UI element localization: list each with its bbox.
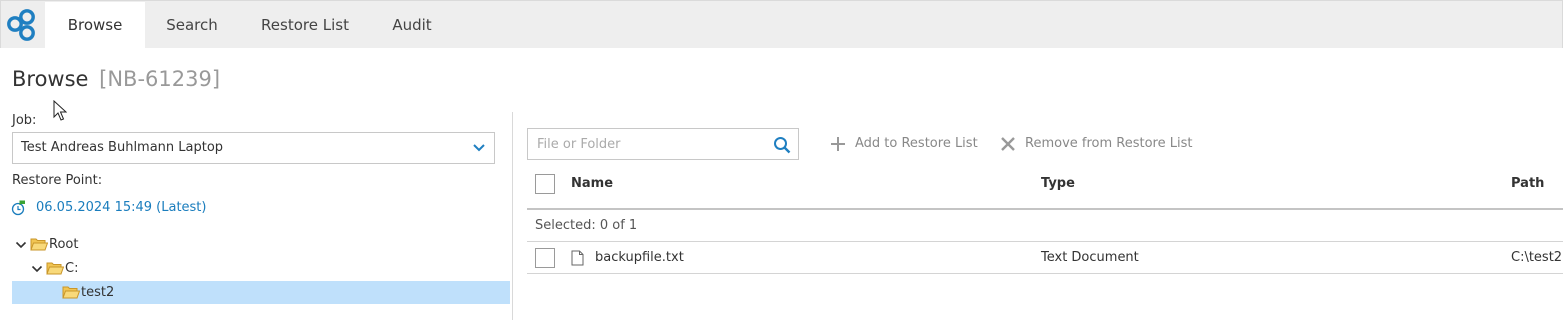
header-divider xyxy=(527,208,1563,210)
chevron-down-icon[interactable] xyxy=(15,239,27,251)
tree-item-label: test2 xyxy=(81,285,115,300)
app-window: Browse Search Restore List Audit Browse … xyxy=(0,0,1563,320)
tab-search[interactable]: Search xyxy=(157,2,227,49)
restore-point-label: Restore Point: xyxy=(12,173,103,188)
row-divider xyxy=(527,241,1563,242)
tab-browse[interactable]: Browse xyxy=(45,2,145,49)
search-input[interactable] xyxy=(528,129,764,159)
job-select-value: Test Andreas Buhlmann Laptop xyxy=(21,140,224,155)
plus-icon xyxy=(831,137,845,151)
folder-open-icon xyxy=(62,286,80,299)
job-id-label: [NB-61239] xyxy=(99,67,221,91)
tab-audit[interactable]: Audit xyxy=(383,2,441,49)
chevron-down-icon xyxy=(473,144,485,152)
row-divider xyxy=(527,273,1563,274)
restore-point-link[interactable]: 06.05.2024 15:49 (Latest) xyxy=(36,200,206,215)
row-path: C:\test2 xyxy=(1511,250,1563,265)
tab-restore-list[interactable]: Restore List xyxy=(254,2,356,49)
folder-open-icon xyxy=(30,238,48,251)
folder-open-icon xyxy=(46,262,64,275)
page-title: Browse [NB-61239] xyxy=(12,67,220,91)
tree-item-label: Root xyxy=(49,237,79,252)
tree-item-label: C: xyxy=(65,261,79,276)
mouse-cursor-icon xyxy=(53,100,67,121)
file-icon xyxy=(571,250,584,266)
column-header-type[interactable]: Type xyxy=(1041,176,1075,191)
app-logo-icon xyxy=(7,9,35,41)
add-to-restore-list-button[interactable]: Add to Restore List xyxy=(830,134,980,154)
tree-item-c-drive[interactable]: C: xyxy=(12,257,510,280)
remove-from-restore-list-label: Remove from Restore List xyxy=(1025,136,1193,151)
restore-point-icon xyxy=(11,200,25,216)
top-nav-bar: Browse Search Restore List Audit xyxy=(0,0,1563,49)
selected-count: Selected: 0 of 1 xyxy=(535,218,638,233)
select-all-checkbox[interactable] xyxy=(535,174,555,194)
tree-item-root[interactable]: Root xyxy=(12,233,510,256)
page-title-text: Browse xyxy=(12,67,89,91)
row-type: Text Document xyxy=(1041,250,1139,265)
search-icon[interactable] xyxy=(773,136,791,154)
job-label: Job: xyxy=(12,113,37,128)
close-icon xyxy=(1001,137,1015,151)
row-name: backupfile.txt xyxy=(595,250,684,265)
job-select[interactable]: Test Andreas Buhlmann Laptop xyxy=(12,132,495,164)
panel-splitter[interactable] xyxy=(512,112,513,320)
add-to-restore-list-label: Add to Restore List xyxy=(855,136,978,151)
column-header-path[interactable]: Path xyxy=(1511,176,1544,191)
row-checkbox[interactable] xyxy=(535,248,555,268)
column-header-name[interactable]: Name xyxy=(571,176,613,191)
tree-item-test2[interactable]: test2 xyxy=(12,281,510,304)
chevron-down-icon[interactable] xyxy=(31,263,43,275)
remove-from-restore-list-button[interactable]: Remove from Restore List xyxy=(1000,134,1193,154)
search-box[interactable] xyxy=(527,128,799,160)
